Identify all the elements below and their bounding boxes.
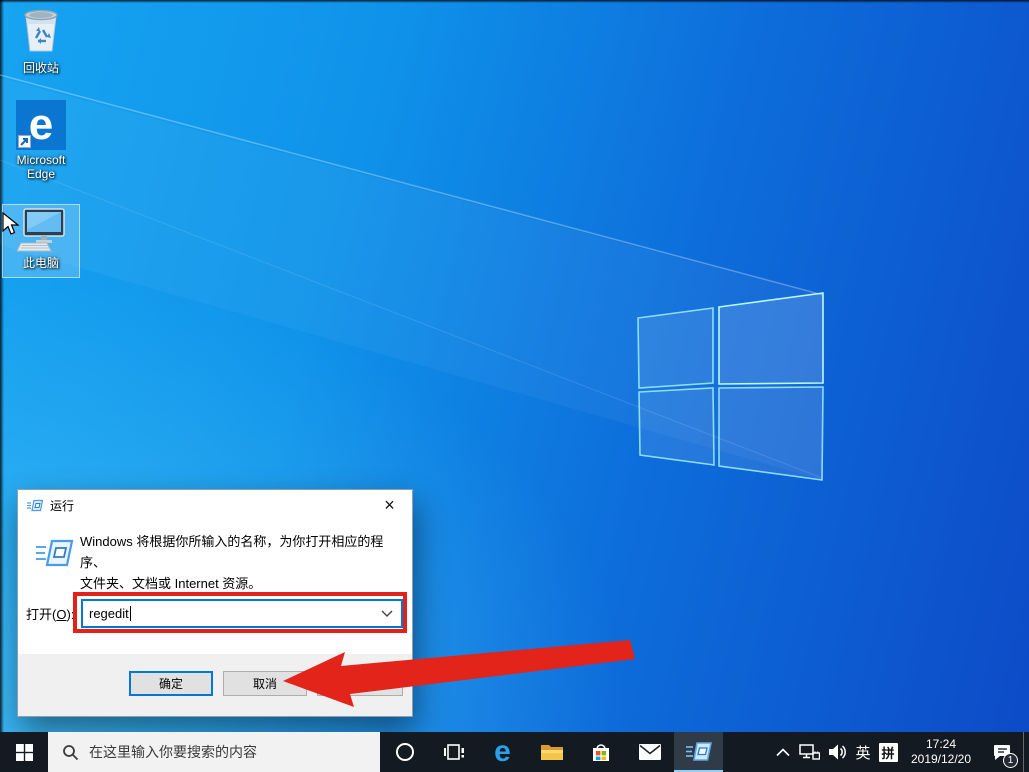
edge-glyph: e [28, 100, 54, 149]
tray-clock[interactable]: 17:24 2019/12/20 [901, 732, 981, 772]
search-input[interactable] [89, 744, 349, 760]
recycle-bin-icon [24, 9, 58, 52]
tray-volume[interactable] [823, 732, 851, 772]
run-icon [27, 499, 43, 511]
store-icon [592, 744, 609, 761]
mail-icon [638, 744, 661, 760]
taskbar-item-cortana[interactable] [380, 732, 429, 772]
open-label: 打开(O): [26, 607, 75, 622]
ime-pinyin-icon: 拼 [878, 742, 898, 762]
desktop-icon-microsoft-edge[interactable]: e Microsoft Edge [2, 100, 80, 181]
clock-time: 17:24 [925, 737, 957, 751]
ethernet-network-icon [799, 744, 820, 760]
chevron-up-icon [776, 747, 790, 756]
file-explorer-icon [540, 745, 563, 760]
desktop-icon-label: 此电脑 [22, 256, 59, 270]
desktop-icon-label: Microsoft Edge [16, 153, 66, 181]
tray-hidden-icons-chevron[interactable] [771, 732, 795, 772]
show-desktop-button[interactable] [1023, 732, 1029, 772]
run-dialog-description: Windows 将根据你所输入的名称，为你打开相应的程序、 文件夹、文档或 In… [80, 534, 384, 591]
browse-button[interactable]: 浏览(B)... [317, 671, 403, 696]
desktop-icon-recycle-bin[interactable]: 回收站 [2, 4, 80, 75]
taskbar-item-edge[interactable]: e [478, 732, 527, 772]
taskbar-item-store[interactable] [576, 732, 625, 772]
notification-badge: 1 [1003, 753, 1018, 768]
mouse-cursor [2, 212, 20, 235]
cortana-icon [395, 743, 414, 761]
taskbar-item-mail[interactable] [625, 732, 674, 772]
edge-icon: e [16, 100, 66, 150]
annotation-highlight-box [73, 592, 407, 633]
close-icon[interactable]: × [367, 490, 412, 520]
this-pc-icon [16, 208, 65, 252]
run-icon [685, 741, 712, 761]
taskbar-item-run-active[interactable] [674, 732, 723, 772]
windows-logo-icon [15, 743, 33, 761]
run-dialog-title: 运行 [50, 498, 75, 513]
tray-network[interactable] [795, 732, 823, 772]
search-icon [63, 744, 79, 760]
run-dialog-footer: 确定 取消 浏览(B)... [18, 654, 412, 716]
taskbar-item-file-explorer[interactable] [527, 732, 576, 772]
task-view-icon [443, 744, 464, 760]
taskbar: e [0, 732, 1029, 772]
tray-ime-mode[interactable]: 拼 [875, 732, 901, 772]
clock-date: 2019/12/20 [910, 752, 972, 766]
windows-logo [637, 292, 824, 481]
volume-icon [828, 744, 846, 760]
run-dialog-titlebar[interactable]: 运行 × [18, 490, 412, 520]
tray-language-indicator[interactable]: 英 [851, 732, 875, 772]
taskbar-spacer [723, 732, 771, 772]
edge-icon: e [494, 735, 511, 768]
start-button[interactable] [0, 732, 48, 772]
shortcut-arrow-icon [18, 135, 31, 148]
taskbar-search-box[interactable] [48, 732, 380, 772]
run-icon [36, 539, 74, 567]
ok-button[interactable]: 确定 [129, 671, 213, 696]
desktop-icon-label: 回收站 [22, 61, 59, 75]
system-tray: 英 拼 17:24 2019/12/20 1 [771, 732, 1029, 772]
cancel-button[interactable]: 取消 [223, 671, 307, 696]
tray-action-center[interactable]: 1 [981, 732, 1023, 772]
taskbar-item-task-view[interactable] [429, 732, 478, 772]
